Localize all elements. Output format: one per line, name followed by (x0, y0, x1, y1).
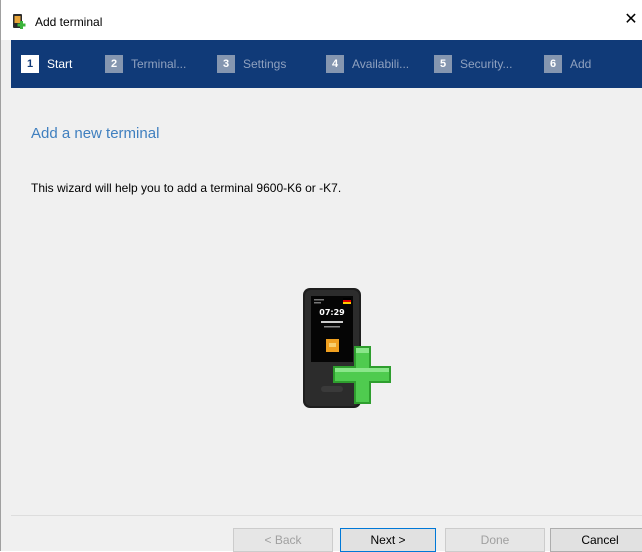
step-label: Terminal... (131, 57, 187, 71)
close-icon: ✕ (624, 11, 638, 28)
done-button[interactable]: Done (445, 528, 545, 552)
wizard-window: Add terminal ✕ 1 Start 2 Terminal... 3 S… (0, 0, 642, 552)
step-add[interactable]: 6 Add (544, 54, 591, 74)
wizard-footer: < Back Next > Done Cancel (11, 515, 642, 552)
step-number: 3 (217, 55, 235, 73)
step-number: 2 (105, 55, 123, 73)
step-label: Start (47, 57, 73, 71)
step-settings[interactable]: 3 Settings (217, 54, 286, 74)
step-label: Settings (243, 57, 287, 71)
cancel-button[interactable]: Cancel (550, 528, 642, 552)
next-button[interactable]: Next > (340, 528, 436, 552)
terminal-add-icon: 07:29 (303, 288, 391, 408)
wizard-step-bar: 1 Start 2 Terminal... 3 Settings 4 Avail… (11, 40, 642, 88)
step-label: Add (570, 57, 592, 71)
wizard-content: Add a new terminal This wizard will help… (11, 88, 642, 515)
step-label: Security... (460, 57, 513, 71)
app-icon (13, 14, 26, 29)
step-number: 4 (326, 55, 344, 73)
step-number: 6 (544, 55, 562, 73)
step-number: 5 (434, 55, 452, 73)
page-heading: Add a new terminal (31, 125, 160, 142)
step-start[interactable]: 1 Start (21, 54, 72, 74)
step-terminal[interactable]: 2 Terminal... (105, 54, 186, 74)
step-number: 1 (21, 55, 39, 73)
step-label: Availabili... (352, 57, 410, 71)
close-button[interactable]: ✕ (619, 8, 642, 32)
step-security[interactable]: 5 Security... (434, 54, 512, 74)
title-bar: Add terminal ✕ (1, 0, 642, 40)
window-title: Add terminal (35, 15, 103, 29)
step-availability[interactable]: 4 Availabili... (326, 54, 409, 74)
back-button[interactable]: < Back (233, 528, 333, 552)
page-description: This wizard will help you to add a termi… (31, 181, 342, 195)
terminal-screen-time: 07:29 (319, 308, 345, 317)
